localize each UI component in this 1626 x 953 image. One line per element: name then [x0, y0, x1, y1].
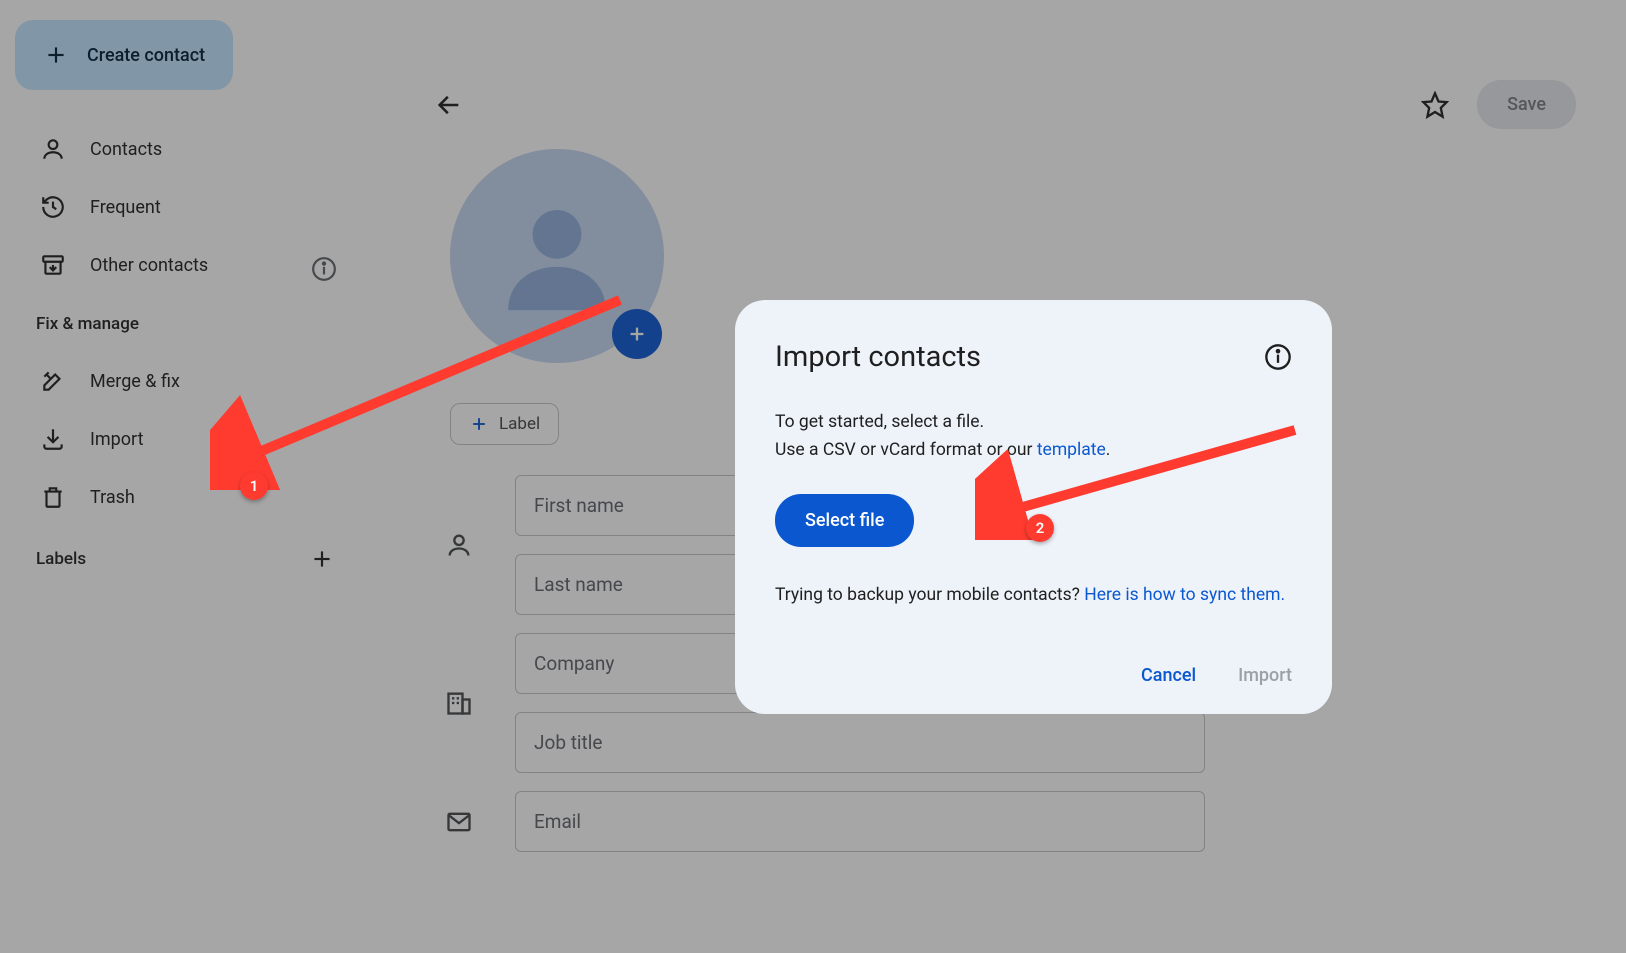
sync-help-link[interactable]: Here is how to sync them.	[1084, 585, 1285, 605]
dialog-backup-text: Trying to backup your mobile contacts? H…	[775, 581, 1292, 609]
info-icon[interactable]	[1264, 343, 1292, 371]
import-contacts-dialog: Import contacts To get started, select a…	[735, 300, 1332, 714]
dialog-actions: Cancel Import	[775, 665, 1292, 686]
dialog-title: Import contacts	[775, 340, 981, 374]
cancel-button[interactable]: Cancel	[1141, 665, 1196, 686]
dialog-line2: Use a CSV or vCard format or our templat…	[775, 436, 1292, 464]
annotation-badge-1: 1	[240, 472, 268, 500]
template-link[interactable]: template	[1037, 440, 1106, 460]
annotation-badge-2: 2	[1026, 514, 1054, 542]
dialog-line1: To get started, select a file.	[775, 408, 1292, 436]
select-file-button[interactable]: Select file	[775, 494, 914, 547]
import-button[interactable]: Import	[1238, 665, 1292, 686]
dialog-body: To get started, select a file. Use a CSV…	[775, 408, 1292, 609]
